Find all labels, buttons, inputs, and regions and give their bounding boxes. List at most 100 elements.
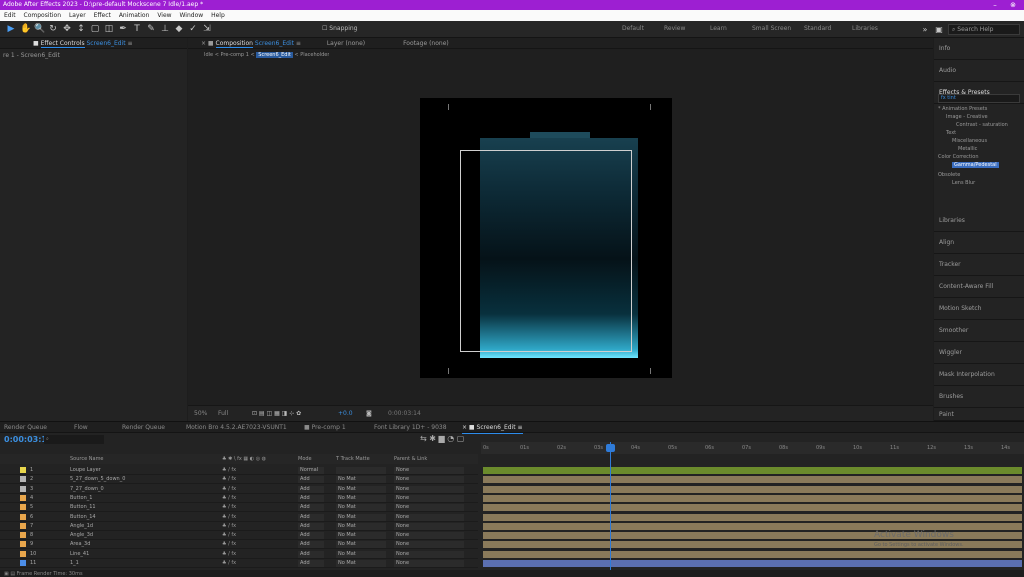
audio-panel-tab[interactable]: Audio bbox=[934, 60, 1024, 82]
layer-name[interactable]: Angle_1d bbox=[70, 522, 93, 531]
effects-tree-item[interactable]: Contrast - saturation bbox=[956, 122, 1008, 128]
layer-parent-select[interactable]: None bbox=[394, 550, 464, 558]
effects-tree-item[interactable]: * Animation Presets bbox=[938, 106, 987, 112]
timeline-tab[interactable]: Motion Bro 4.5.2.AE7023-VSUNT1 bbox=[186, 422, 287, 433]
paint-tab[interactable]: Paint bbox=[934, 408, 1024, 421]
layer-switches[interactable]: ♣ / fx bbox=[222, 522, 236, 531]
snapping-checkbox[interactable]: ☐ Snapping bbox=[322, 25, 357, 32]
layer-row[interactable]: 1 Loupe Layer ♣ / fx Normal None bbox=[0, 466, 478, 475]
workspace-small-screen[interactable]: Small Screen bbox=[752, 25, 791, 32]
layer-duration-bar[interactable] bbox=[483, 485, 1022, 493]
timeline-tab[interactable]: Font Library 1D+ - 9038 bbox=[374, 422, 447, 433]
layer-parent-select[interactable]: None bbox=[394, 467, 464, 474]
resolution-select[interactable]: Full bbox=[218, 406, 228, 421]
motion-sketch-tab[interactable]: Motion Sketch bbox=[934, 298, 1024, 320]
layer-row[interactable]: 7 Angle_1d ♣ / fx Add No Mat None bbox=[0, 522, 478, 531]
workspace-standard[interactable]: Standard bbox=[804, 25, 831, 32]
layer-label-color[interactable] bbox=[20, 504, 26, 511]
effects-tree-item[interactable]: Lens Blur bbox=[952, 180, 975, 186]
layer-track-matte-select[interactable] bbox=[336, 467, 386, 474]
menu-effect[interactable]: Effect bbox=[94, 10, 111, 21]
tracker-panel-tab[interactable]: Tracker bbox=[934, 254, 1024, 276]
effect-controls-tab[interactable]: ■ Effect Controls Screen6_Edit ≡ bbox=[33, 40, 133, 48]
layer-label-color[interactable] bbox=[20, 476, 26, 483]
brush-tool-icon[interactable]: ✎ bbox=[146, 23, 156, 35]
minimize-button[interactable]: – bbox=[990, 0, 1000, 10]
layer-label-color[interactable] bbox=[20, 550, 26, 557]
layer-switches[interactable]: ♣ / fx bbox=[222, 550, 236, 559]
layer-label-color[interactable] bbox=[20, 513, 26, 520]
layer-name[interactable]: 7_27_down_0 bbox=[70, 485, 104, 494]
layer-switches[interactable]: ♣ / fx bbox=[222, 540, 236, 549]
layer-parent-select[interactable]: None bbox=[394, 560, 464, 567]
effects-tree-item[interactable]: Metallic bbox=[958, 146, 977, 152]
layer-track-matte-select[interactable]: No Mat bbox=[336, 504, 386, 512]
menu-window[interactable]: Window bbox=[180, 10, 204, 21]
layer-row[interactable]: 4 Button_1 ♣ / fx Add No Mat None bbox=[0, 494, 478, 503]
layer-mode-select[interactable]: Add bbox=[298, 522, 324, 530]
layer-mode-select[interactable]: Add bbox=[298, 541, 324, 549]
layer-label-color[interactable] bbox=[20, 560, 26, 566]
layer-row[interactable]: 5 Button_11 ♣ / fx Add No Mat None bbox=[0, 503, 478, 513]
layer-parent-select[interactable]: None bbox=[394, 494, 464, 502]
timeline-switch-icons[interactable]: ⇆ ✱ ▆ ◔ ▢ bbox=[420, 434, 464, 443]
composition-tab[interactable]: × ■ Composition Screen6_Edit ≡ bbox=[201, 40, 303, 48]
menu-help[interactable]: Help bbox=[211, 10, 225, 21]
layer-track-matte-select[interactable]: No Mat bbox=[336, 476, 386, 484]
layer-name[interactable]: 1_1 bbox=[70, 559, 79, 568]
layer-name[interactable]: Area_3d bbox=[70, 540, 90, 549]
brushes-tab[interactable]: Brushes bbox=[934, 386, 1024, 408]
layer-mode-select[interactable]: Add bbox=[298, 476, 324, 484]
playhead-handle[interactable] bbox=[606, 444, 615, 452]
layer-row[interactable]: 9 Area_3d ♣ / fx Add No Mat None bbox=[0, 540, 478, 550]
layer-track-matte-select[interactable]: No Mat bbox=[336, 560, 386, 567]
timeline-tab[interactable]: Render Queue bbox=[4, 422, 47, 433]
layer-duration-bar[interactable] bbox=[483, 550, 1022, 558]
layer-bounding-box[interactable] bbox=[460, 150, 632, 352]
layer-label-color[interactable] bbox=[20, 541, 26, 548]
timeline-tab[interactable]: ■ Pre-comp 1 bbox=[304, 422, 346, 433]
menu-edit[interactable]: Edit bbox=[4, 10, 16, 21]
layer-label-color[interactable] bbox=[20, 522, 26, 529]
col-parent[interactable]: Parent & Link bbox=[394, 454, 427, 464]
zoom-tool-icon[interactable]: 🔍 bbox=[34, 23, 45, 35]
layer-row[interactable]: 3 7_27_down_0 ♣ / fx Add No Mat None bbox=[0, 485, 478, 494]
timeline-tab[interactable]: Flow bbox=[74, 422, 88, 433]
effects-search-input[interactable]: fx tint bbox=[938, 94, 1020, 103]
layer-label-color[interactable] bbox=[20, 467, 26, 473]
col-source-name[interactable]: Source Name bbox=[70, 454, 104, 464]
layer-label-color[interactable] bbox=[20, 532, 26, 539]
layer-track-matte-select[interactable]: No Mat bbox=[336, 485, 386, 493]
content-aware-fill-tab[interactable]: Content-Aware Fill bbox=[934, 276, 1024, 298]
ellipse-tool-icon[interactable]: ◫ bbox=[104, 23, 114, 35]
layer-track-matte-select[interactable]: No Mat bbox=[336, 494, 386, 502]
layer-parent-select[interactable]: None bbox=[394, 504, 464, 512]
effects-tree-item[interactable]: Text bbox=[946, 130, 956, 136]
layer-track-matte-select[interactable]: No Mat bbox=[336, 532, 386, 540]
layer-switches[interactable]: ♣ / fx bbox=[222, 475, 236, 484]
libraries-panel-tab[interactable]: Libraries bbox=[934, 210, 1024, 232]
layer-name[interactable]: Angle_3d bbox=[70, 531, 93, 540]
layer-row[interactable]: 2 5_27_down_5_down_0 ♣ / fx Add No Mat None bbox=[0, 475, 478, 485]
pan-behind-tool-icon[interactable]: ↕ bbox=[76, 23, 86, 35]
smoother-tab[interactable]: Smoother bbox=[934, 320, 1024, 342]
layer-parent-select[interactable]: None bbox=[394, 532, 464, 540]
composition-canvas[interactable] bbox=[420, 98, 672, 378]
layer-row[interactable]: 6 Button_14 ♣ / fx Add No Mat None bbox=[0, 513, 478, 522]
time-ruler[interactable]: 0s 01s 02s 03s 04s 05s 06s 07s 08s 09s 10s 11s 12s 13… bbox=[481, 442, 1024, 454]
footage-tab[interactable]: Footage (none) bbox=[403, 40, 449, 47]
effects-tree-item[interactable]: Color Correction bbox=[938, 154, 979, 160]
layer-mode-select[interactable]: Add bbox=[298, 550, 324, 558]
layer-duration-bar[interactable] bbox=[483, 494, 1022, 502]
layer-label-color[interactable] bbox=[20, 485, 26, 492]
layer-mode-select[interactable]: Add bbox=[298, 532, 324, 540]
pen-tool-icon[interactable]: ✒ bbox=[118, 23, 128, 35]
timeline-tab-active[interactable]: × ■ Screen6_Edit ≡ bbox=[462, 422, 523, 434]
close-button[interactable]: ⊗ bbox=[1008, 0, 1018, 10]
view-options-icons[interactable]: ⊡ ▤ ◫ ▦ ◨ ⊹ ✿ bbox=[252, 406, 301, 421]
workspace-libraries[interactable]: Libraries bbox=[852, 25, 878, 32]
layer-row[interactable]: 10 Line_41 ♣ / fx Add No Mat None bbox=[0, 550, 478, 559]
col-track-matte[interactable]: T Track Matte bbox=[336, 454, 370, 464]
layer-parent-select[interactable]: None bbox=[394, 513, 464, 521]
layer-duration-bar[interactable] bbox=[483, 513, 1022, 521]
